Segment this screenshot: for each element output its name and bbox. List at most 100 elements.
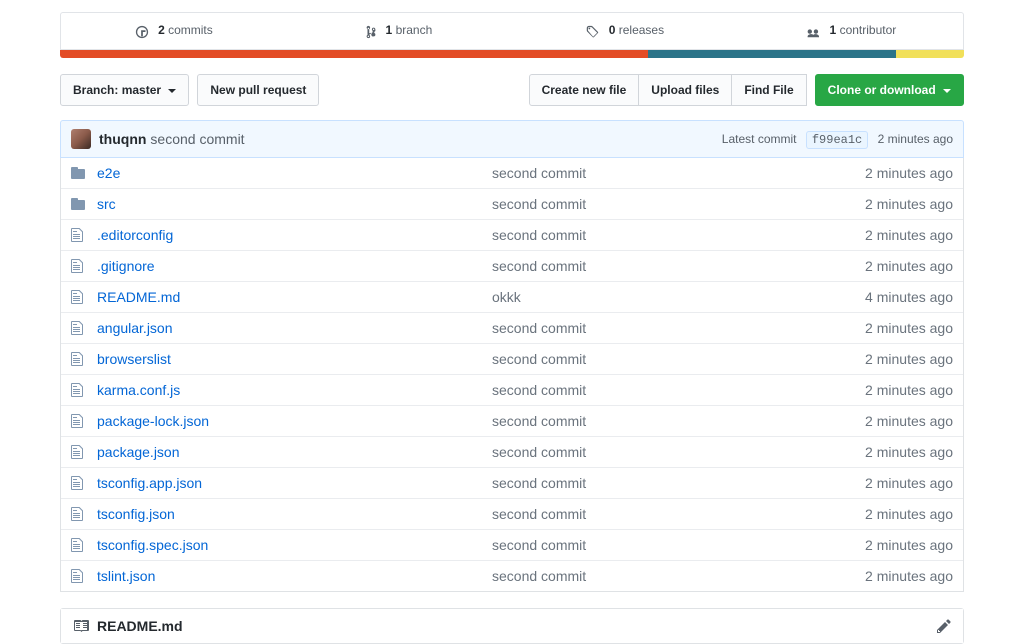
file-commit-message[interactable]: second commit xyxy=(492,351,865,367)
folder-icon xyxy=(71,196,87,212)
file-commit-time: 2 minutes ago xyxy=(865,196,953,212)
file-row: package-lock.jsonsecond commit2 minutes … xyxy=(61,405,963,436)
file-icon xyxy=(71,351,87,367)
file-name-link[interactable]: tslint.json xyxy=(97,568,492,584)
file-commit-message[interactable]: second commit xyxy=(492,568,865,584)
file-toolbar: Branch: master New pull request Create n… xyxy=(60,74,964,106)
file-commit-time: 2 minutes ago xyxy=(865,444,953,460)
file-name-link[interactable]: browserslist xyxy=(97,351,492,367)
file-commit-time: 2 minutes ago xyxy=(865,351,953,367)
language-bar[interactable] xyxy=(60,50,964,58)
people-icon xyxy=(804,25,820,39)
file-commit-message[interactable]: second commit xyxy=(492,382,865,398)
create-file-button[interactable]: Create new file xyxy=(529,74,640,106)
file-icon xyxy=(71,537,87,553)
caret-down-icon xyxy=(943,89,951,93)
file-name-link[interactable]: package.json xyxy=(97,444,492,460)
file-commit-message[interactable]: second commit xyxy=(492,413,865,429)
file-commit-time: 4 minutes ago xyxy=(865,289,953,305)
file-commit-message[interactable]: second commit xyxy=(492,227,865,243)
file-commit-message[interactable]: second commit xyxy=(492,475,865,491)
lang-segment-javascript xyxy=(896,50,964,58)
commits-count: 2 xyxy=(158,23,165,37)
file-actions-group: Create new file Upload files Find File xyxy=(529,74,807,106)
file-commit-message[interactable]: second commit xyxy=(492,506,865,522)
file-name-link[interactable]: karma.conf.js xyxy=(97,382,492,398)
upload-files-button[interactable]: Upload files xyxy=(638,74,732,106)
file-row: karma.conf.jssecond commit2 minutes ago xyxy=(61,374,963,405)
contributors-label: contributor xyxy=(840,23,897,37)
file-row: tsconfig.spec.jsonsecond commit2 minutes… xyxy=(61,529,963,560)
file-icon xyxy=(71,506,87,522)
file-row: .gitignoresecond commit2 minutes ago xyxy=(61,250,963,281)
branches-stat[interactable]: 1 branch xyxy=(287,13,513,49)
file-commit-message[interactable]: second commit xyxy=(492,444,865,460)
file-commit-time: 2 minutes ago xyxy=(865,475,953,491)
file-row: tsconfig.app.jsonsecond commit2 minutes … xyxy=(61,467,963,498)
commits-label: commits xyxy=(168,23,213,37)
new-pull-request-button[interactable]: New pull request xyxy=(197,74,319,106)
readme-filename: README.md xyxy=(97,618,183,634)
latest-commit-label: Latest commit xyxy=(722,132,797,146)
lang-segment-typescript xyxy=(648,50,897,58)
file-row: angular.jsonsecond commit2 minutes ago xyxy=(61,312,963,343)
book-icon xyxy=(73,618,89,634)
releases-stat[interactable]: 0 releases xyxy=(512,13,738,49)
file-name-link[interactable]: tsconfig.json xyxy=(97,506,492,522)
file-name-link[interactable]: tsconfig.spec.json xyxy=(97,537,492,553)
file-commit-time: 2 minutes ago xyxy=(865,413,953,429)
history-icon xyxy=(135,25,149,39)
file-icon xyxy=(71,413,87,429)
commit-time: 2 minutes ago xyxy=(878,132,953,146)
file-row: tslint.jsonsecond commit2 minutes ago xyxy=(61,560,963,591)
branch-select-button[interactable]: Branch: master xyxy=(60,74,189,106)
repo-stats-bar: 2 commits 1 branch 0 releases 1 contribu… xyxy=(60,12,964,50)
file-row: .editorconfigsecond commit2 minutes ago xyxy=(61,219,963,250)
find-file-button[interactable]: Find File xyxy=(731,74,806,106)
lang-segment-html xyxy=(60,50,648,58)
latest-commit-bar: thuqnn second commit Latest commit f99ea… xyxy=(60,120,964,158)
commit-author[interactable]: thuqnn xyxy=(99,131,146,147)
commits-stat[interactable]: 2 commits xyxy=(61,13,287,49)
caret-down-icon xyxy=(168,89,176,93)
contributors-count: 1 xyxy=(830,23,837,37)
file-commit-message[interactable]: second commit xyxy=(492,196,865,212)
contributors-stat[interactable]: 1 contributor xyxy=(738,13,964,49)
file-commit-time: 2 minutes ago xyxy=(865,320,953,336)
file-name-link[interactable]: .editorconfig xyxy=(97,227,492,243)
file-row: package.jsonsecond commit2 minutes ago xyxy=(61,436,963,467)
readme-header: README.md xyxy=(61,609,963,643)
file-commit-time: 2 minutes ago xyxy=(865,165,953,181)
folder-icon xyxy=(71,165,87,181)
file-name-link[interactable]: .gitignore xyxy=(97,258,492,274)
file-name-link[interactable]: tsconfig.app.json xyxy=(97,475,492,491)
file-name-link[interactable]: README.md xyxy=(97,289,492,305)
file-name-link[interactable]: e2e xyxy=(97,165,492,181)
avatar[interactable] xyxy=(71,129,91,149)
file-icon xyxy=(71,289,87,305)
file-commit-message[interactable]: second commit xyxy=(492,537,865,553)
file-commit-time: 2 minutes ago xyxy=(865,382,953,398)
commit-sha[interactable]: f99ea1c xyxy=(806,131,868,149)
file-commit-message[interactable]: second commit xyxy=(492,320,865,336)
clone-download-button[interactable]: Clone or download xyxy=(815,74,964,106)
branches-count: 1 xyxy=(386,23,393,37)
file-icon xyxy=(71,475,87,491)
file-icon xyxy=(71,568,87,584)
file-name-link[interactable]: src xyxy=(97,196,492,212)
edit-readme-button[interactable] xyxy=(937,618,951,634)
file-commit-message[interactable]: second commit xyxy=(492,258,865,274)
file-row: srcsecond commit2 minutes ago xyxy=(61,188,963,219)
commit-message[interactable]: second commit xyxy=(150,131,244,147)
file-commit-message[interactable]: second commit xyxy=(492,165,865,181)
file-row: e2esecond commit2 minutes ago xyxy=(61,158,963,188)
file-icon xyxy=(71,320,87,336)
branch-name: master xyxy=(122,83,161,97)
file-name-link[interactable]: angular.json xyxy=(97,320,492,336)
tag-icon xyxy=(585,25,599,39)
file-commit-time: 2 minutes ago xyxy=(865,568,953,584)
file-commit-time: 2 minutes ago xyxy=(865,506,953,522)
file-list: e2esecond commit2 minutes agosrcsecond c… xyxy=(60,158,964,592)
file-commit-message[interactable]: okkk xyxy=(492,289,865,305)
file-name-link[interactable]: package-lock.json xyxy=(97,413,492,429)
